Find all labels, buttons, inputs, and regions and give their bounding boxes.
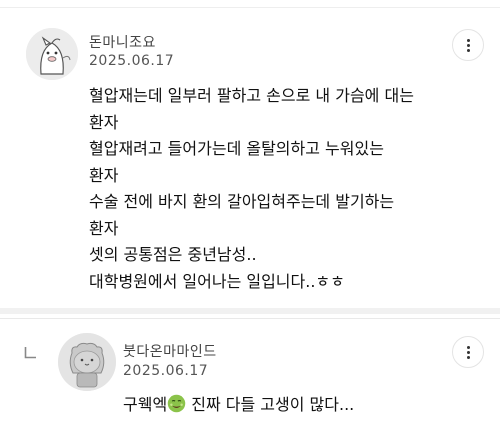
comment-date: 2025.06.17 <box>89 53 175 69</box>
comment-line: 혈압재려고 들어가는데 올탈의하고 누워있는 <box>89 139 384 158</box>
author-avatar[interactable] <box>58 333 116 391</box>
comment-author[interactable]: 붓다온마마인드 <box>123 341 217 361</box>
comment-text: 구웩엑 <box>123 395 168 414</box>
section-divider <box>0 308 500 314</box>
author-avatar[interactable] <box>26 28 78 80</box>
character-avatar-icon <box>26 28 78 80</box>
comment-body: 혈압재는데 일부러 팔하고 손으로 내 가슴에 대는 환자 혈압재려고 들어가는… <box>89 83 469 295</box>
comment-line: 환자 <box>89 112 119 132</box>
comment-line: 수술 전에 바지 환의 갈아입혀주는데 발기하는 <box>89 192 395 211</box>
comment-text: 진짜 다들 고생이 많다... <box>186 395 355 414</box>
reply-item: 붓다온마마인드 2025.06.17 구웩엑 진짜 다들 고생이 많다... <box>0 319 500 438</box>
comment-date: 2025.06.17 <box>123 363 209 379</box>
character-avatar-icon <box>58 333 116 391</box>
comment-line: 대학병원에서 일어나는 일입니다..ㅎㅎ <box>89 271 345 291</box>
comment-line: 셋의 공통점은 중년남성.. <box>89 245 257 264</box>
comment-author[interactable]: 돈마니조요 <box>89 32 156 52</box>
more-vertical-icon <box>466 345 470 359</box>
comment-line: 환자 <box>89 165 119 185</box>
more-options-button[interactable] <box>452 29 484 61</box>
comment-line: 혈압재는데 일부러 팔하고 손으로 내 가슴에 대는 <box>89 86 414 105</box>
more-vertical-icon <box>466 38 470 52</box>
reply-arrow-icon <box>24 347 36 359</box>
nauseated-face-emoji <box>167 394 186 413</box>
comment-line: 환자 <box>89 218 119 238</box>
more-options-button[interactable] <box>452 336 484 368</box>
comment-item: 돈마니조요 2025.06.17 혈압재는데 일부러 팔하고 손으로 내 가슴에… <box>0 8 500 308</box>
comment-body: 구웩엑 진짜 다들 고생이 많다... <box>123 392 463 419</box>
